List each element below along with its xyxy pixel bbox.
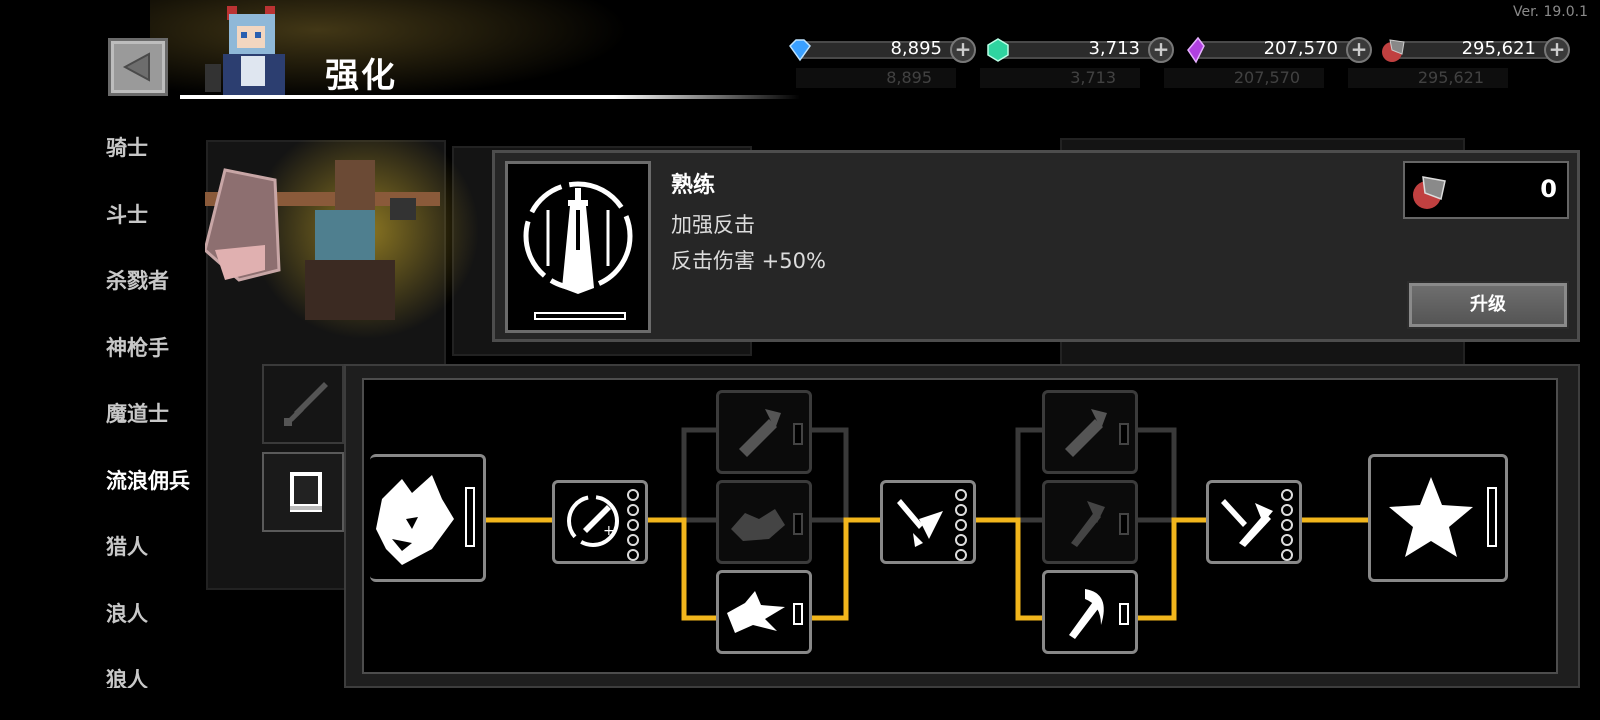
character-avatar (205, 6, 285, 98)
sidebar-item-mage[interactable]: 魔道士 (106, 398, 216, 465)
skill-subtitle: 加强反击 (671, 213, 755, 237)
axe-swing-icon (1071, 501, 1105, 547)
skill-effect: 反击伤害 +50% (671, 249, 826, 273)
skill-name: 熟练 (671, 173, 716, 198)
currency-value: 3,713 (1088, 38, 1140, 59)
purple-crystal-icon (1187, 36, 1205, 64)
back-arrow-icon (122, 52, 150, 82)
ghost-value: 207,570 (1164, 68, 1324, 88)
sidebar-item-fighter[interactable]: 斗士 (106, 199, 216, 266)
upgrade-button[interactable]: 升级 (1409, 283, 1567, 327)
currency-value: 295,621 (1461, 38, 1536, 59)
currency-purple-crystal: 207,570 + (1182, 36, 1372, 64)
wolf-head-icon (376, 475, 454, 565)
class-sidebar: 骑士 斗士 杀戮者 神枪手 魔道士 流浪佣兵 猎人 浪人 狼人 (106, 132, 216, 688)
sword-icon (284, 382, 328, 426)
sidebar-item-knight[interactable]: 骑士 (106, 132, 216, 199)
dash-strike-icon (897, 499, 943, 547)
burst-icon (727, 591, 785, 633)
skill-node-star[interactable] (1368, 454, 1508, 582)
slash-plus-icon: + (567, 495, 619, 547)
skill-node-axe-cleave[interactable] (1042, 570, 1138, 654)
add-currency-button[interactable]: + (1148, 37, 1174, 63)
skill-slot-indicator (1487, 487, 1497, 547)
skill-node-axe-dash[interactable] (1206, 480, 1302, 564)
skill-node-dash-strike[interactable] (880, 480, 976, 564)
skill-node-beast[interactable] (716, 480, 812, 564)
skill-node-burst[interactable] (716, 570, 812, 654)
sidebar-item-werewolf[interactable]: 狼人 (106, 664, 216, 688)
skill-icon-frame (505, 161, 651, 333)
currency-blue-gem: 8,895 + (786, 36, 976, 63)
sidebar-item-mercenary[interactable]: 流浪佣兵 (106, 465, 216, 532)
currency-ore: 295,621 + (1380, 36, 1570, 63)
tab-weapon[interactable] (262, 364, 344, 444)
skill-slot-indicator (465, 487, 475, 547)
upgrade-cost: 0 (1403, 161, 1569, 219)
currency-value: 8,895 (890, 38, 942, 59)
currency-bar-ghost: 8,895 3,713 207,570 295,621 (796, 68, 1508, 88)
currency-green-gem: 3,713 + (984, 36, 1174, 63)
axe-dash-icon (1221, 499, 1273, 547)
page-title: 强化 (325, 56, 397, 96)
sword-emblem-icon (523, 181, 633, 294)
beast-icon (731, 509, 785, 541)
svg-text:+: + (603, 523, 615, 539)
axe-plus-icon (739, 409, 781, 457)
skill-detail-panel: 熟练 加强反击 反击伤害 +50% 0 升级 (492, 150, 1580, 342)
tab-skill-book[interactable] (262, 452, 344, 532)
add-currency-button[interactable]: + (950, 37, 976, 63)
title-underline (180, 95, 800, 99)
skill-node-slash[interactable]: + (552, 480, 648, 564)
ghost-value: 8,895 (796, 68, 956, 88)
skill-node-axe-upgrade[interactable] (716, 390, 812, 474)
version-label: Ver. 19.0.1 (1512, 4, 1588, 20)
mercenary-character (205, 160, 440, 320)
currency-bar: 8,895 + 3,713 + 207,570 + 295,621 + (786, 36, 1570, 64)
skill-node-axe-swing[interactable] (1042, 480, 1138, 564)
skill-node-axe-upgrade-2[interactable] (1042, 390, 1138, 474)
star-icon (1389, 477, 1473, 557)
back-button[interactable] (108, 38, 168, 96)
add-currency-button[interactable]: + (1346, 37, 1372, 63)
add-currency-button[interactable]: + (1544, 37, 1570, 63)
axe-plus-icon (1065, 409, 1107, 457)
skill-node-wolf[interactable] (370, 454, 486, 582)
ore-icon (1413, 176, 1446, 209)
sidebar-item-gunner[interactable]: 神枪手 (106, 332, 216, 399)
cost-value: 0 (1540, 175, 1557, 203)
ore-icon (1382, 39, 1405, 62)
ghost-value: 3,713 (980, 68, 1140, 88)
ghost-value: 295,621 (1348, 68, 1508, 88)
axe-cleave-icon (1069, 589, 1104, 639)
sidebar-item-hunter[interactable]: 猎人 (106, 531, 216, 598)
green-gem-icon (987, 38, 1009, 62)
currency-value: 207,570 (1263, 38, 1338, 59)
book-icon (290, 472, 322, 512)
sidebar-item-ronin[interactable]: 浪人 (106, 598, 216, 665)
sidebar-item-slayer[interactable]: 杀戮者 (106, 265, 216, 332)
skill-progress-bar (534, 312, 626, 320)
skill-tree: + (362, 378, 1558, 674)
blue-gem-icon (789, 39, 811, 62)
